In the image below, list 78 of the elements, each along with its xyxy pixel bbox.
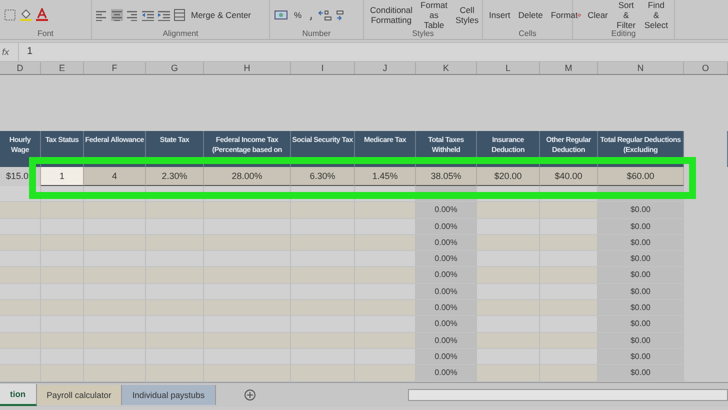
column-header[interactable]: M bbox=[540, 62, 598, 74]
table-cell: $20.00 bbox=[477, 167, 540, 186]
sheet-tab[interactable]: tion bbox=[0, 384, 37, 406]
table-cell: 0.00% bbox=[416, 316, 477, 333]
table-cell: 0.00% bbox=[416, 284, 477, 300]
fill-color-icon[interactable] bbox=[20, 8, 32, 21]
table-cell: $0.00 bbox=[598, 365, 684, 382]
function-label: fx bbox=[1, 46, 10, 59]
table-cell: $0.00 bbox=[598, 348, 684, 366]
table-cell: 0.00% bbox=[416, 332, 477, 349]
table-cell: $40.00 bbox=[540, 167, 598, 186]
column-header[interactable]: F bbox=[84, 62, 146, 74]
currency-icon[interactable] bbox=[274, 8, 288, 20]
column-header[interactable]: O bbox=[684, 62, 728, 74]
column-header[interactable]: H bbox=[204, 62, 291, 74]
column-header[interactable]: L bbox=[477, 62, 540, 74]
column-header[interactable]: E bbox=[41, 62, 84, 74]
column-header[interactable]: K bbox=[416, 62, 477, 74]
table-cell: 0.00% bbox=[416, 202, 477, 219]
group-label: Styles bbox=[411, 29, 435, 39]
table-cell: 2.30% bbox=[146, 167, 204, 186]
table-cell: 38.05% bbox=[416, 167, 477, 186]
column-header[interactable]: D bbox=[0, 62, 41, 74]
table-cell: 0.00% bbox=[416, 348, 477, 366]
group-label: Number bbox=[301, 29, 332, 39]
merge-cells-icon[interactable] bbox=[174, 8, 185, 20]
table-cell: 0.00% bbox=[416, 234, 477, 252]
table-cell: 28.00% bbox=[204, 167, 291, 186]
active-cell[interactable]: 1 bbox=[41, 167, 84, 186]
ribbon-button[interactable]: Delete bbox=[516, 10, 545, 20]
borders-icon[interactable] bbox=[4, 8, 16, 20]
ribbon-button[interactable]: Format bbox=[548, 10, 580, 20]
ribbon-button[interactable]: Find & Select bbox=[642, 0, 670, 30]
group-label: Editing bbox=[610, 29, 637, 39]
table-cell: $0.00 bbox=[598, 316, 684, 333]
table-cell: 0.00% bbox=[416, 218, 477, 235]
font-color-icon[interactable] bbox=[36, 8, 48, 21]
column-header[interactable]: I bbox=[291, 62, 355, 74]
table-cell: 4 bbox=[84, 167, 146, 186]
add-sheet-icon[interactable] bbox=[244, 389, 256, 401]
table-cell: 0.00% bbox=[416, 251, 477, 268]
table-cell: $0.00 bbox=[598, 267, 684, 284]
table-cell: $0.00 bbox=[598, 202, 684, 219]
decrease-indent-icon[interactable] bbox=[142, 8, 154, 20]
table-cell: $60.00 bbox=[598, 167, 684, 186]
ribbon-button[interactable]: Clear bbox=[586, 10, 610, 20]
table-cell: $0.00 bbox=[598, 251, 684, 268]
table-cell: 6.30% bbox=[291, 167, 355, 186]
group-label: Font bbox=[36, 29, 54, 39]
group-label: Alignment bbox=[162, 29, 200, 39]
table-cell: $0.00 bbox=[598, 234, 684, 252]
ribbon-button[interactable]: Sort & Filter bbox=[614, 0, 638, 30]
table-cell: 0.00% bbox=[416, 365, 477, 382]
sheet-tab[interactable]: Payroll calculator bbox=[36, 385, 122, 405]
align-left-icon[interactable] bbox=[96, 8, 107, 20]
column-header[interactable]: G bbox=[146, 62, 204, 74]
sheet-tab[interactable]: Individual paystubs bbox=[122, 385, 216, 405]
column-header[interactable]: N bbox=[598, 62, 684, 74]
ribbon-button[interactable]: Cell Styles bbox=[453, 4, 481, 24]
table-cell: 1.45% bbox=[355, 167, 416, 186]
ribbon-button[interactable]: Insert bbox=[487, 10, 512, 20]
increase-indent-icon[interactable] bbox=[158, 8, 170, 20]
group-label: Cells bbox=[518, 29, 538, 39]
ribbon-button[interactable]: Conditional Formatting bbox=[368, 4, 415, 24]
table-cell: $0.00 bbox=[598, 332, 684, 349]
table-cell: $0.00 bbox=[598, 284, 684, 300]
table-cell: 0.00% bbox=[416, 300, 477, 316]
align-right-icon[interactable] bbox=[127, 8, 138, 20]
ribbon-button[interactable]: Merge & Center bbox=[189, 10, 253, 20]
column-header[interactable]: J bbox=[355, 62, 416, 74]
scrollbar[interactable] bbox=[408, 389, 728, 401]
table-cell: 0.00% bbox=[416, 267, 477, 284]
align-center-icon[interactable] bbox=[111, 8, 123, 20]
table-cell: $0.00 bbox=[598, 218, 684, 235]
increase-decimal-icon[interactable] bbox=[318, 8, 332, 20]
table-cell: $0.00 bbox=[598, 300, 684, 316]
ribbon-button[interactable]: Format as Table bbox=[418, 0, 450, 30]
percent-button[interactable]: % bbox=[292, 10, 304, 20]
